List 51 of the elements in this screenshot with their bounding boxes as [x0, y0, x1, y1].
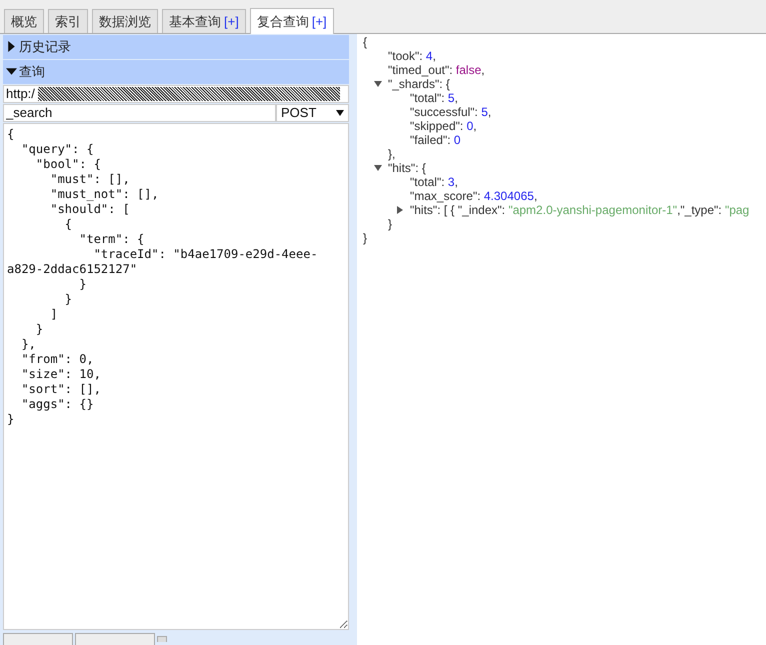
json-key: "_index": — [458, 203, 508, 217]
json-bracket: } — [388, 217, 392, 231]
path-field[interactable]: _search — [3, 104, 276, 122]
query-body-field[interactable]: { "query": { "bool": { "must": [], "must_not": [], "should": [ { "term": { "traceId": "b4ae1709-e29d-4eee-a829-2ddac6152127" } } ] } }, "from": 0, "size": 10, "sort": [], "aggs": {} } — [3, 122, 349, 630]
tab[interactable]: 基本查询 [+] — [162, 9, 246, 33]
json-value: "pag — [724, 203, 750, 217]
json-key: "_shards": { — [388, 77, 450, 91]
tab[interactable]: 数据浏览 — [92, 9, 158, 33]
json-bracket: }, — [388, 147, 396, 161]
json-value: "apm2.0-yanshi-pagemonitor-1" — [508, 203, 678, 217]
json-comma: , — [534, 189, 538, 203]
json-value: 4 — [426, 49, 433, 63]
json-value: 0 — [454, 133, 461, 147]
json-key: "took": — [388, 49, 426, 63]
json-value: 3 — [448, 175, 455, 189]
tab[interactable]: 索引 — [48, 9, 88, 33]
json-key: "total": — [410, 91, 448, 105]
method-select[interactable]: POST — [276, 104, 349, 122]
json-comma: , — [481, 63, 485, 77]
json-key: "hits": { — [388, 161, 426, 175]
right-triangle-icon — [6, 41, 17, 52]
section-header[interactable]: 查询 — [3, 60, 349, 84]
json-bracket: } — [363, 231, 368, 245]
json-value: false — [456, 63, 482, 77]
json-value: 5 — [481, 105, 488, 119]
json-comma: , — [473, 119, 477, 133]
json-value: 4.304065 — [484, 189, 534, 203]
json-key: ,"_type": — [677, 203, 725, 217]
down-triangle-icon — [6, 66, 17, 78]
json-value: 0 — [466, 119, 474, 133]
json-value: 5 — [448, 91, 455, 105]
json-key: "timed_out": — [388, 63, 456, 77]
json-key: "failed": — [410, 133, 454, 147]
json-key: "total": — [410, 175, 448, 189]
dropdown-arrow-icon — [336, 110, 344, 116]
collapsed-triangle-icon[interactable] — [396, 206, 404, 214]
json-key: "hits": [ { — [410, 203, 458, 217]
expanded-triangle-icon[interactable] — [374, 80, 382, 88]
json-key: "skipped": — [410, 119, 467, 133]
expanded-triangle-icon[interactable] — [374, 164, 382, 172]
url-field[interactable]: http:/ — [3, 84, 349, 103]
tab[interactable]: 概览 — [4, 9, 44, 33]
section-header[interactable]: 历史记录 — [3, 35, 349, 59]
json-comma: , — [488, 105, 492, 119]
json-bracket: { — [363, 35, 368, 49]
tab[interactable]: 复合查询 [+] — [250, 8, 334, 34]
json-comma: , — [432, 49, 436, 63]
json-comma: , — [454, 91, 458, 105]
json-comma: , — [454, 175, 458, 189]
json-key: "max_score": — [410, 189, 484, 203]
json-key: "successful": — [410, 105, 482, 119]
